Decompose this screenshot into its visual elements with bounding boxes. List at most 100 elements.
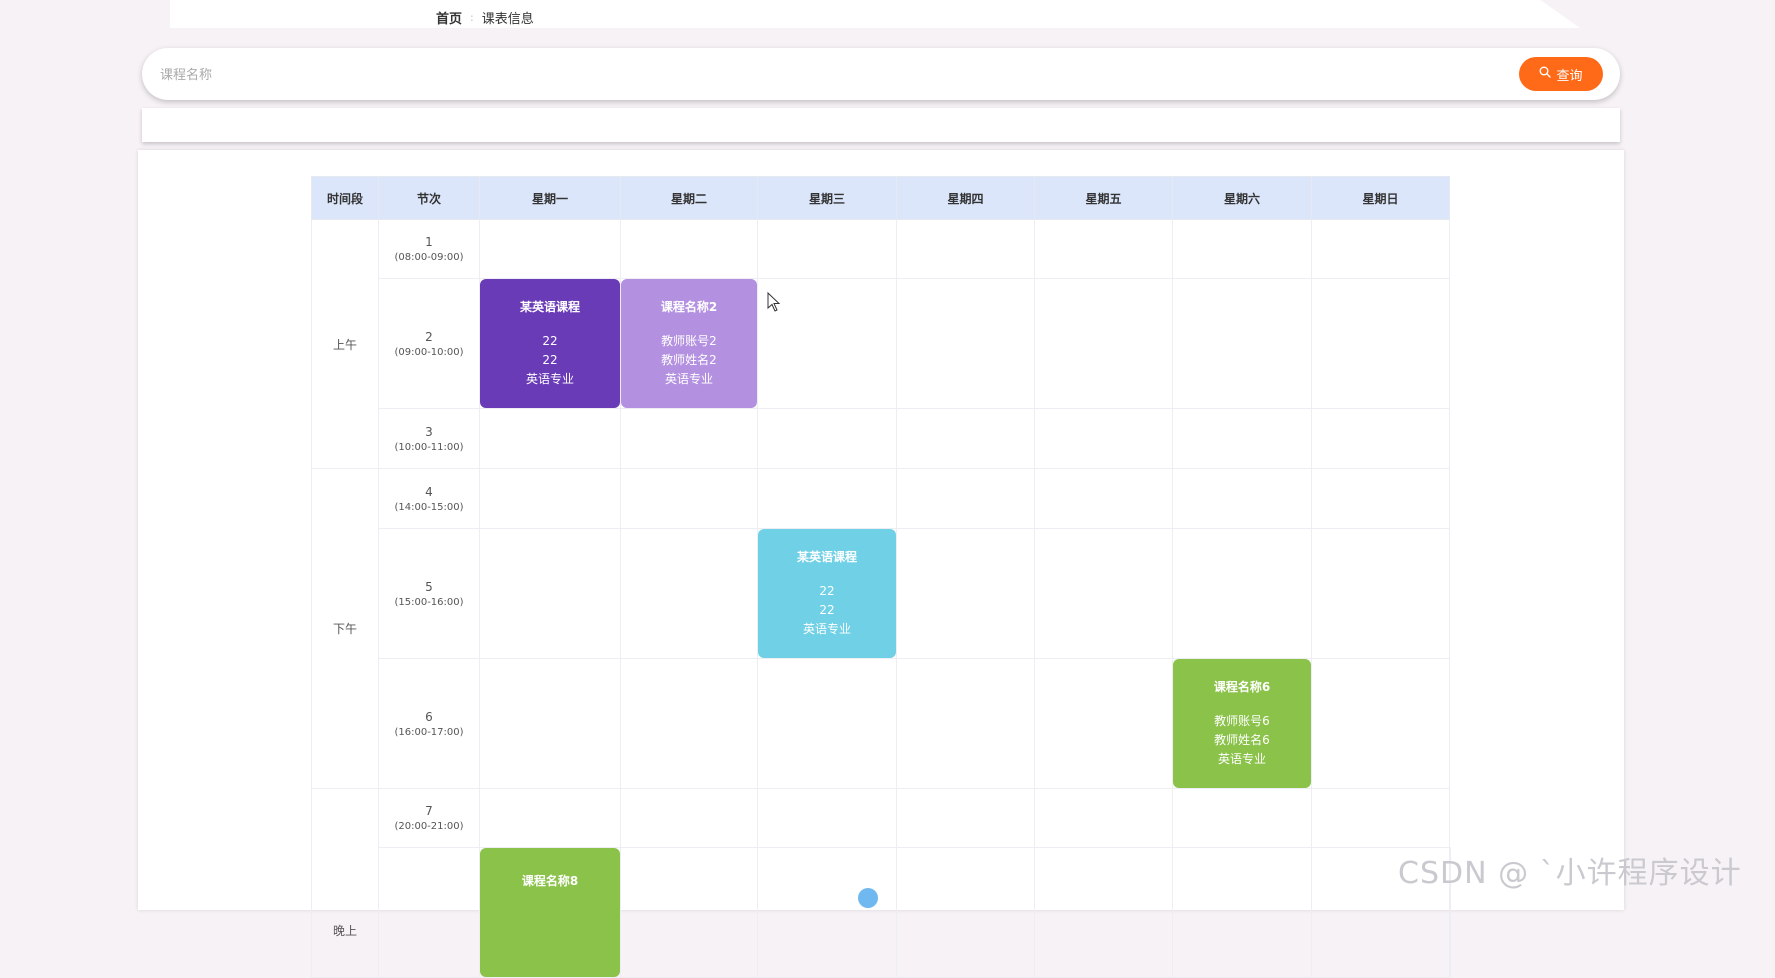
course-teacher-account: 22: [542, 334, 558, 348]
empty-cell: [896, 528, 1035, 659]
course-name-search-input[interactable]: [158, 60, 1442, 90]
mouse-cursor-icon: [767, 292, 781, 312]
slot-cell: 1 (08:00-09:00): [378, 219, 480, 279]
timetable: 时间段 节次 星期一 星期二 星期三 星期四 星期五 星期六 星期日 上午 1 (…: [311, 176, 1451, 978]
empty-cell: [1311, 788, 1450, 848]
timetable-row: 下午 4 (14:00-15:00): [311, 468, 1451, 789]
empty-cell: [1172, 847, 1312, 978]
slot-cell: 5 (15:00-16:00): [378, 528, 480, 659]
header-sunday: 星期日: [1311, 176, 1450, 220]
course-cell: 课程名称6 教师账号6 教师姓名6 英语专业: [1172, 658, 1312, 789]
slot-time: (10:00-11:00): [394, 441, 464, 453]
course-major: 英语专业: [1217, 752, 1266, 766]
empty-cell: [1311, 528, 1450, 659]
course-card[interactable]: 课程名称8: [480, 848, 620, 977]
header-slot: 节次: [378, 176, 480, 220]
empty-cell: [896, 468, 1035, 529]
course-teacher-name: 教师姓名2: [661, 353, 717, 367]
course-card[interactable]: 某英语课程 22 22 英语专业: [758, 529, 896, 658]
empty-cell: [1034, 788, 1173, 848]
course-cell: 课程名称2 教师账号2 教师姓名2 英语专业: [620, 278, 758, 409]
breadcrumb-separator: :: [470, 11, 474, 24]
empty-cell: [1034, 847, 1173, 978]
header-thursday: 星期四: [896, 176, 1035, 220]
course-name: 课程名称6: [1213, 680, 1271, 694]
empty-cell: [1172, 468, 1312, 529]
empty-cell: [1034, 468, 1173, 529]
slot-number: 3: [425, 424, 433, 439]
slot-number: 7: [425, 804, 433, 818]
empty-cell: [1172, 278, 1312, 409]
course-name: 某英语课程: [796, 550, 857, 564]
period-afternoon: 下午: [311, 468, 379, 789]
empty-cell: [757, 219, 897, 279]
floating-dot[interactable]: [858, 888, 878, 908]
slot-time: (16:00-17:00): [394, 726, 464, 738]
empty-cell: [479, 468, 621, 529]
empty-cell: [479, 219, 621, 279]
header-friday: 星期五: [1034, 176, 1173, 220]
empty-cell: [620, 219, 758, 279]
empty-cell: [479, 528, 621, 659]
empty-cell: [620, 408, 758, 469]
empty-cell: [757, 847, 897, 978]
header-period: 时间段: [311, 176, 379, 220]
course-card[interactable]: 课程名称6 教师账号6 教师姓名6 英语专业: [1173, 659, 1311, 788]
timetable-row: 5 (15:00-16:00) 某英语课程 22 22 英语专业: [312, 528, 1451, 659]
timetable-row: 上午 1 (08:00-09:00): [311, 219, 1451, 469]
slot-number: 5: [425, 579, 433, 594]
slot-time: (09:00-10:00): [394, 346, 464, 358]
empty-cell: [757, 408, 897, 469]
slot-time: (15:00-16:00): [394, 596, 464, 608]
toolbar-strip: [142, 108, 1620, 142]
slot-cell: [378, 847, 480, 978]
slot-number: 1: [425, 235, 433, 249]
course-major: 英语专业: [802, 622, 851, 636]
period-evening-label: 晚上: [332, 923, 357, 938]
empty-cell: [620, 658, 758, 789]
empty-cell: [1311, 468, 1450, 529]
empty-cell: [479, 408, 621, 469]
watermark: CSDN @ ˋ小许程序设计: [1398, 856, 1742, 891]
search-button[interactable]: 查询: [1519, 57, 1603, 91]
slot-cell: 6 (16:00-17:00): [378, 658, 480, 789]
course-name: 课程名称8: [521, 874, 579, 888]
header-saturday: 星期六: [1172, 176, 1312, 220]
slot-cell: 2 (09:00-10:00): [378, 278, 480, 409]
course-card[interactable]: 某英语课程 22 22 英语专业: [480, 279, 620, 408]
header-tuesday: 星期二: [620, 176, 758, 220]
breadcrumb-current: 课表信息: [481, 12, 534, 27]
course-teacher-account: 教师账号6: [1214, 714, 1270, 728]
empty-cell: [620, 528, 758, 659]
period-evening: 晚上: [311, 788, 379, 978]
search-icon: [1539, 66, 1552, 82]
breadcrumb-home[interactable]: 首页: [436, 8, 462, 27]
empty-cell: [757, 468, 897, 529]
breadcrumb: 首页 : 课表信息: [436, 8, 534, 27]
timetable-row: 3 (10:00-11:00): [312, 408, 1451, 469]
empty-cell: [1172, 788, 1312, 848]
empty-cell: [757, 658, 897, 789]
course-cell: 某英语课程 22 22 英语专业: [757, 528, 897, 659]
empty-cell: [896, 408, 1035, 469]
course-major: 英语专业: [664, 372, 713, 386]
empty-cell: [896, 847, 1035, 978]
empty-cell: [1311, 658, 1450, 789]
empty-cell: [1172, 528, 1312, 659]
search-bar: 查询: [142, 48, 1620, 100]
empty-cell: [479, 788, 621, 848]
empty-cell: [757, 788, 897, 848]
course-name: 某英语课程: [519, 300, 580, 314]
timetable-row: 课程名称8: [312, 847, 1451, 978]
slot-time: (14:00-15:00): [394, 501, 464, 513]
timetable-panel: 时间段 节次 星期一 星期二 星期三 星期四 星期五 星期六 星期日 上午 1 (…: [138, 150, 1624, 978]
empty-cell: [1034, 219, 1173, 279]
course-teacher-account: 22: [819, 584, 835, 598]
course-major: 英语专业: [525, 372, 574, 386]
course-teacher-name: 22: [542, 353, 558, 367]
empty-cell: [620, 788, 758, 848]
course-card[interactable]: 课程名称2 教师账号2 教师姓名2 英语专业: [621, 279, 757, 408]
course-teacher-account: 教师账号2: [661, 334, 717, 348]
empty-cell: [896, 788, 1035, 848]
slot-time: (08:00-09:00): [394, 252, 464, 263]
